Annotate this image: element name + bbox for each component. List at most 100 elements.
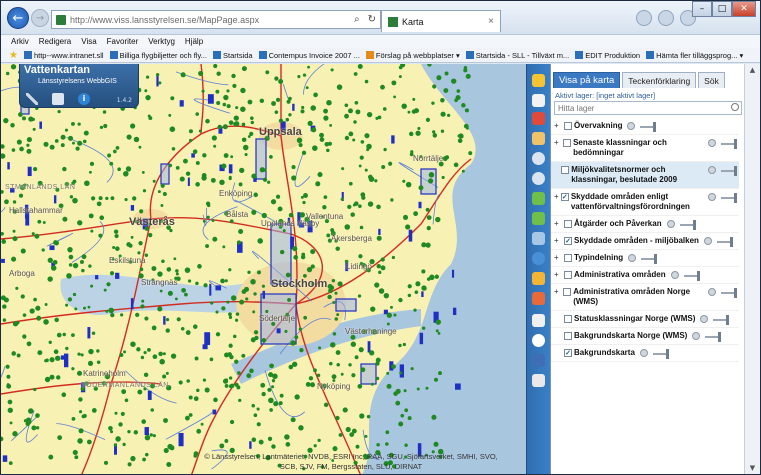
monitoring-point[interactable] (141, 419, 147, 424)
monitoring-point[interactable] (139, 267, 144, 272)
monitoring-point[interactable] (90, 229, 94, 233)
layer-row[interactable]: Statusklassningar Norge (WMS) (551, 311, 739, 328)
monitoring-point[interactable] (331, 374, 337, 380)
monitoring-point[interactable] (144, 316, 149, 321)
monitoring-point[interactable] (413, 308, 417, 312)
protected-area[interactable] (255, 138, 267, 180)
layer-search-input[interactable] (554, 101, 742, 115)
layer-row[interactable]: + Administrativa områden (551, 267, 739, 284)
monitoring-point[interactable] (231, 73, 236, 79)
monitoring-point[interactable] (383, 147, 387, 152)
monitoring-point[interactable] (376, 235, 382, 241)
monitoring-point[interactable] (158, 81, 162, 85)
monitoring-point[interactable] (5, 364, 10, 369)
browser-tab-karta[interactable]: Karta × (381, 10, 501, 32)
monitoring-point[interactable] (74, 455, 79, 460)
monitoring-point[interactable] (331, 278, 336, 283)
monitoring-point[interactable] (418, 185, 424, 191)
monitoring-point[interactable] (12, 200, 17, 204)
maximize-button[interactable]: □ (712, 1, 732, 17)
monitoring-point[interactable] (278, 118, 284, 123)
monitoring-point[interactable] (43, 142, 48, 146)
monitoring-point[interactable] (54, 139, 59, 143)
monitoring-point[interactable] (165, 371, 169, 375)
monitoring-point[interactable] (32, 127, 36, 131)
protected-area[interactable] (115, 272, 120, 279)
protected-area[interactable] (187, 177, 190, 187)
monitoring-point[interactable] (219, 179, 225, 186)
protected-area[interactable] (179, 100, 184, 107)
monitoring-point[interactable] (124, 197, 128, 202)
monitoring-point[interactable] (202, 378, 207, 382)
full-extent-icon[interactable] (532, 232, 545, 245)
monitoring-point[interactable] (130, 235, 134, 239)
monitoring-point[interactable] (184, 267, 191, 273)
monitoring-point[interactable] (355, 109, 361, 115)
layers-icon[interactable] (532, 354, 545, 367)
monitoring-point[interactable] (167, 290, 173, 296)
monitoring-point[interactable] (250, 278, 256, 285)
monitoring-point[interactable] (1, 436, 4, 442)
monitoring-point[interactable] (216, 71, 221, 76)
monitoring-point[interactable] (86, 439, 92, 445)
monitoring-point[interactable] (169, 126, 176, 133)
monitoring-point[interactable] (398, 297, 403, 303)
layer-info-icon[interactable] (670, 271, 679, 279)
monitoring-point[interactable] (385, 442, 389, 446)
monitoring-point[interactable] (1, 190, 4, 194)
monitoring-point[interactable] (307, 65, 311, 69)
monitoring-point[interactable] (249, 368, 254, 374)
monitoring-point[interactable] (425, 117, 431, 122)
monitoring-point[interactable] (282, 229, 286, 233)
monitoring-point[interactable] (302, 200, 306, 205)
monitoring-point[interactable] (67, 297, 73, 302)
monitoring-point[interactable] (37, 350, 43, 356)
monitoring-point[interactable] (404, 408, 409, 413)
monitoring-point[interactable] (250, 116, 254, 120)
monitoring-point[interactable] (49, 374, 55, 380)
monitoring-point[interactable] (143, 351, 147, 355)
monitoring-point[interactable] (451, 78, 457, 84)
monitoring-point[interactable] (201, 175, 207, 181)
monitoring-point[interactable] (408, 131, 414, 137)
monitoring-point[interactable] (47, 276, 53, 282)
monitoring-point[interactable] (265, 70, 270, 75)
monitoring-point[interactable] (398, 75, 402, 79)
monitoring-point[interactable] (195, 182, 200, 187)
monitoring-point[interactable] (18, 112, 23, 117)
monitoring-point[interactable] (81, 268, 85, 273)
monitoring-point[interactable] (47, 257, 53, 263)
monitoring-point[interactable] (221, 306, 226, 311)
monitoring-point[interactable] (364, 168, 368, 172)
monitoring-point[interactable] (72, 179, 77, 184)
monitoring-point[interactable] (244, 152, 248, 157)
monitoring-point[interactable] (241, 122, 246, 127)
monitoring-point[interactable] (90, 284, 94, 288)
monitoring-point[interactable] (28, 116, 34, 122)
monitoring-point[interactable] (19, 146, 24, 152)
monitoring-point[interactable] (433, 441, 439, 447)
monitoring-point[interactable] (230, 295, 237, 301)
layer-checkbox[interactable] (561, 166, 570, 174)
monitoring-point[interactable] (267, 387, 272, 392)
protected-area[interactable] (178, 432, 184, 447)
monitoring-point[interactable] (468, 151, 473, 156)
monitoring-point[interactable] (358, 347, 364, 353)
monitoring-point[interactable] (432, 84, 437, 89)
monitoring-point[interactable] (374, 179, 378, 183)
layer-info-icon[interactable] (700, 315, 709, 323)
monitoring-point[interactable] (103, 460, 109, 465)
expand-icon[interactable]: + (554, 121, 562, 130)
layer-checkbox[interactable]: ✓ (564, 349, 572, 357)
monitoring-point[interactable] (310, 105, 316, 111)
monitoring-point[interactable] (303, 193, 308, 198)
protected-area[interactable] (335, 298, 357, 312)
monitoring-point[interactable] (183, 158, 188, 164)
monitoring-point[interactable] (209, 357, 214, 362)
monitoring-point[interactable] (186, 379, 190, 383)
monitoring-point[interactable] (361, 195, 366, 200)
monitoring-point[interactable] (265, 309, 269, 314)
monitoring-point[interactable] (327, 294, 332, 300)
monitoring-point[interactable] (7, 399, 13, 405)
monitoring-point[interactable] (159, 289, 163, 293)
